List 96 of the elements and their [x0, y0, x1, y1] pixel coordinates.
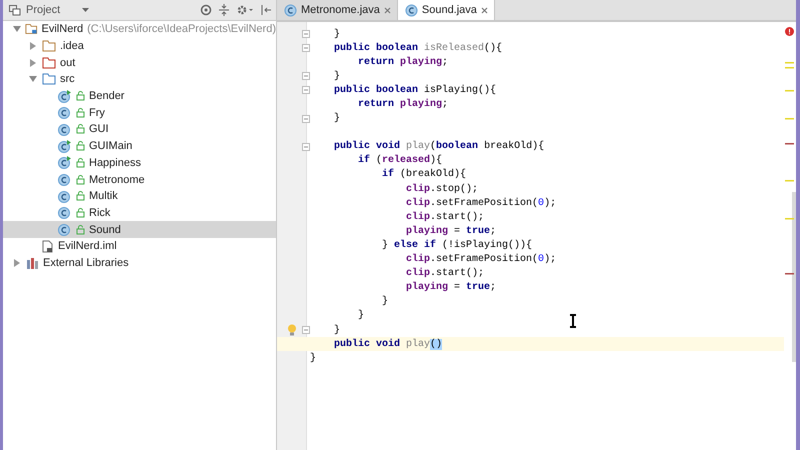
code-line: } else if (!isPlaying()){ [381, 240, 532, 251]
tree-item-label: Sound [89, 224, 121, 236]
code-line: clip.stop(); [405, 184, 478, 195]
editor-tab[interactable]: Metronome.java [277, 0, 398, 20]
code-line: public void play(boolean breakOld){ [333, 141, 544, 152]
code-line: playing = true; [405, 226, 496, 237]
lock-icon [76, 174, 85, 185]
code-line: return playing; [357, 56, 448, 68]
tree-item[interactable]: out [3, 54, 276, 72]
code-line: clip.start(); [405, 212, 484, 223]
collapse-icon[interactable] [218, 4, 230, 16]
lock-icon [76, 124, 85, 134]
expanded-arrow-icon[interactable] [29, 75, 37, 84]
fold-marker-icon[interactable] [302, 142, 310, 151]
code-line: } [357, 310, 364, 322]
tree-item[interactable]: GUIMain [3, 138, 276, 154]
code-line: if (breakOld){ [381, 169, 466, 180]
fold-marker-icon[interactable] [302, 72, 310, 80]
tree-item-label: Happiness [89, 156, 141, 169]
project-view-dropdown[interactable]: Project [9, 4, 89, 16]
lightbulb-icon[interactable] [287, 324, 297, 336]
tree-item[interactable]: Happiness [3, 154, 276, 172]
tree-item[interactable]: Sound [3, 221, 276, 238]
lock-icon [76, 91, 85, 102]
tree-item[interactable]: .idea [3, 38, 276, 54]
collapsed-arrow-icon[interactable] [29, 58, 37, 67]
code-line: playing = true; [405, 282, 496, 294]
project-view-icon [9, 4, 21, 16]
tree-item[interactable]: src [3, 71, 276, 88]
tree-item-label: GUIMain [89, 140, 132, 152]
target-icon[interactable] [200, 4, 212, 16]
lock-icon [76, 141, 85, 152]
tree-item-label: src [60, 73, 75, 86]
close-icon[interactable] [480, 6, 488, 14]
folder-icon [42, 56, 56, 69]
code-line: } [333, 70, 340, 82]
fold-marker-icon[interactable] [302, 30, 310, 38]
tree-item-label: GUI [89, 123, 109, 136]
tree-item[interactable]: Multik [3, 188, 276, 205]
tree-item-label: .idea [60, 40, 84, 52]
code-line: clip.start(); [405, 268, 484, 280]
tree-item-label: Rick [89, 206, 110, 219]
tree-item-label: External Libraries [43, 256, 129, 269]
tree-item-label: Bender [89, 90, 124, 102]
code-line: } [309, 352, 316, 364]
lock-icon [76, 208, 85, 218]
folder-icon [42, 40, 56, 52]
code-line: if (released){ [357, 155, 442, 166]
code-line: } [381, 296, 388, 308]
caret-icon [82, 8, 89, 12]
tree-item[interactable]: Metronome [3, 171, 276, 188]
tree-item-label: out [60, 56, 76, 69]
tree-item[interactable]: External Libraries [3, 254, 276, 272]
tree-item-label: Multik [89, 190, 118, 202]
editor-tab[interactable]: Sound.java [398, 0, 495, 20]
code-line: } [333, 113, 340, 124]
tree-item[interactable]: Rick [3, 204, 276, 222]
tree-item-label: Metronome [89, 174, 145, 186]
tree-item[interactable]: EvilNerd.iml [3, 238, 276, 255]
lock-icon [76, 108, 85, 118]
class-icon [284, 4, 297, 16]
expanded-arrow-icon[interactable] [13, 25, 21, 34]
code-line: clip.setFramePosition(0); [405, 198, 556, 209]
project-folder-icon [25, 23, 38, 36]
lock-icon [76, 224, 85, 235]
class-icon [404, 4, 418, 16]
tree-item-label: EvilNerd [42, 23, 84, 36]
hide-panel-icon[interactable] [260, 4, 272, 16]
file-icon [42, 240, 54, 253]
lock-icon [76, 158, 85, 168]
close-icon[interactable] [384, 6, 391, 14]
fold-marker-icon[interactable] [302, 86, 310, 94]
tree-item-label: Fry [89, 106, 105, 119]
tree-item[interactable]: EvilNerd (C:\Users\iforce\IdeaProjects\EvilNerd) [3, 21, 276, 38]
project-path: (C:\Users\iforce\IdeaProjects\EvilNerd) [87, 23, 276, 36]
collapsed-arrow-icon[interactable] [29, 42, 37, 50]
tree-item[interactable]: Bender [3, 88, 276, 104]
code-line: public boolean isPlaying(){ [333, 84, 496, 96]
tree-item[interactable]: Fry [3, 104, 276, 122]
code-line: clip.setFramePosition(0); [405, 254, 556, 266]
code-line: public boolean isReleased(){ [333, 42, 502, 54]
library-icon [26, 256, 39, 269]
fold-marker-icon[interactable] [302, 114, 310, 123]
fold-marker-icon[interactable] [302, 44, 310, 52]
code-line: return playing; [357, 99, 448, 110]
collapsed-arrow-icon[interactable] [13, 258, 21, 267]
code-line: } [333, 28, 340, 40]
code-line: public void play() [333, 338, 442, 350]
text-cursor-icon [569, 314, 577, 328]
fold-marker-icon[interactable] [302, 326, 310, 334]
tree-item-label: EvilNerd.iml [58, 240, 117, 252]
folder-icon [42, 73, 56, 86]
lock-icon [76, 191, 85, 202]
code-line: } [333, 324, 340, 336]
settings-icon[interactable] [236, 4, 254, 16]
tree-item[interactable]: GUI [3, 121, 276, 138]
